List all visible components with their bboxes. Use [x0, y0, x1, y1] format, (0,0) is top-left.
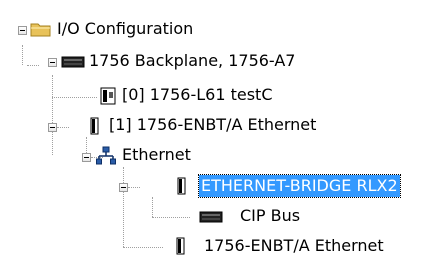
tree-item-ethernet[interactable]: Ethernet — [122, 144, 191, 166]
tree-line — [52, 75, 53, 155]
tree-line — [22, 45, 23, 65]
collapse-toggle-ethernet[interactable] — [82, 153, 91, 162]
network-icon — [96, 146, 116, 165]
tree-item-ethernet-bridge-selected[interactable]: ETHERNET-BRIDGE RLX2 — [198, 174, 401, 198]
backplane-icon — [61, 56, 85, 68]
backplane-icon — [199, 211, 223, 223]
tree-line — [123, 247, 163, 248]
tree-line — [123, 167, 124, 247]
collapse-toggle-enbt-slot1[interactable] — [48, 123, 57, 132]
controller-module-icon — [100, 87, 116, 105]
tree-item-enbt-slot1[interactable]: [1] 1756-ENBT/A Ethernet — [109, 114, 316, 136]
tree-item-backplane[interactable]: 1756 Backplane, 1756-A7 — [89, 50, 295, 72]
io-configuration-tree: I/O Configuration 1756 Backplane, 1756-A… — [0, 0, 432, 259]
tree-line — [152, 217, 190, 218]
tree-line — [52, 97, 97, 98]
collapse-toggle-bridge[interactable] — [119, 183, 128, 192]
folder-icon — [30, 23, 51, 37]
module-icon — [176, 237, 185, 255]
collapse-toggle-io-configuration[interactable] — [18, 26, 27, 35]
tree-line — [27, 65, 39, 66]
tree-item-cip-bus[interactable]: CIP Bus — [240, 205, 300, 227]
tree-item-controller[interactable]: [0] 1756-L61 testC — [122, 84, 273, 106]
collapse-toggle-backplane[interactable] — [48, 58, 57, 67]
module-icon — [90, 117, 99, 135]
tree-line — [57, 127, 69, 128]
tree-item-enbt-remote[interactable]: 1756-ENBT/A Ethernet — [204, 235, 384, 257]
tree-item-io-configuration[interactable]: I/O Configuration — [57, 18, 193, 40]
module-icon — [177, 177, 186, 195]
tree-line — [128, 187, 140, 188]
tree-line — [152, 197, 153, 217]
